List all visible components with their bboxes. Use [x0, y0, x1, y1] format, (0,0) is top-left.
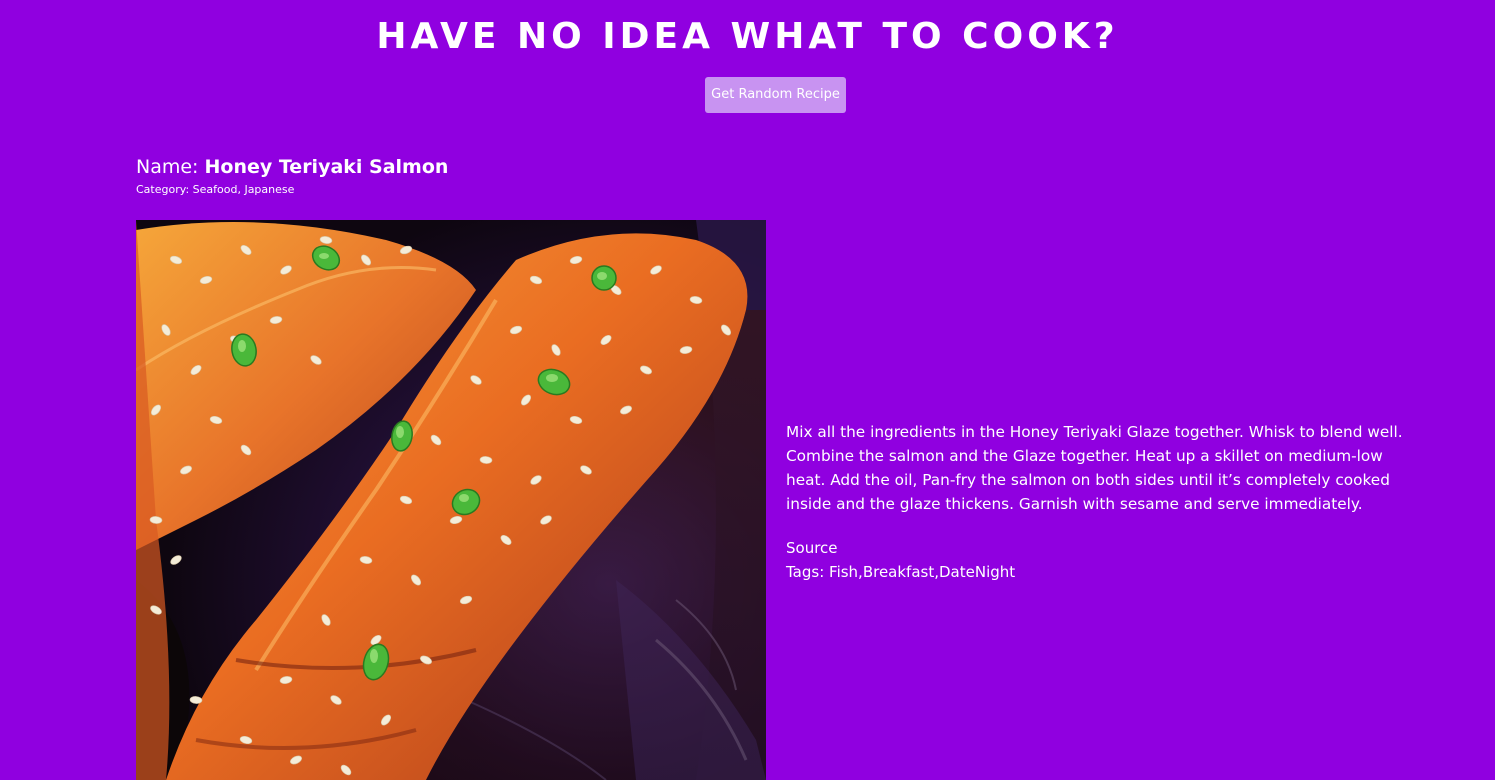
source-link[interactable]: Source: [786, 536, 838, 560]
get-random-recipe-button[interactable]: Get Random Recipe: [705, 77, 846, 113]
page-title: HAVE NO IDEA WHAT TO COOK?: [376, 16, 1119, 57]
salmon-photo: [136, 220, 766, 780]
recipe-name-label: Name:: [136, 156, 205, 178]
recipe-name-value: Honey Teriyaki Salmon: [204, 156, 449, 178]
recipe-image: [136, 220, 766, 780]
recipe-tags: Tags: Fish,Breakfast,DateNight: [786, 563, 1016, 581]
recipe-instructions: Mix all the ingredients in the Honey Ter…: [786, 423, 1403, 513]
page: HAVE NO IDEA WHAT TO COOK? Get Random Re…: [0, 0, 1495, 780]
recipe-category: Category: Seafood, Japanese: [136, 183, 295, 196]
recipe-name: Name: Honey Teriyaki Salmon: [136, 154, 448, 180]
